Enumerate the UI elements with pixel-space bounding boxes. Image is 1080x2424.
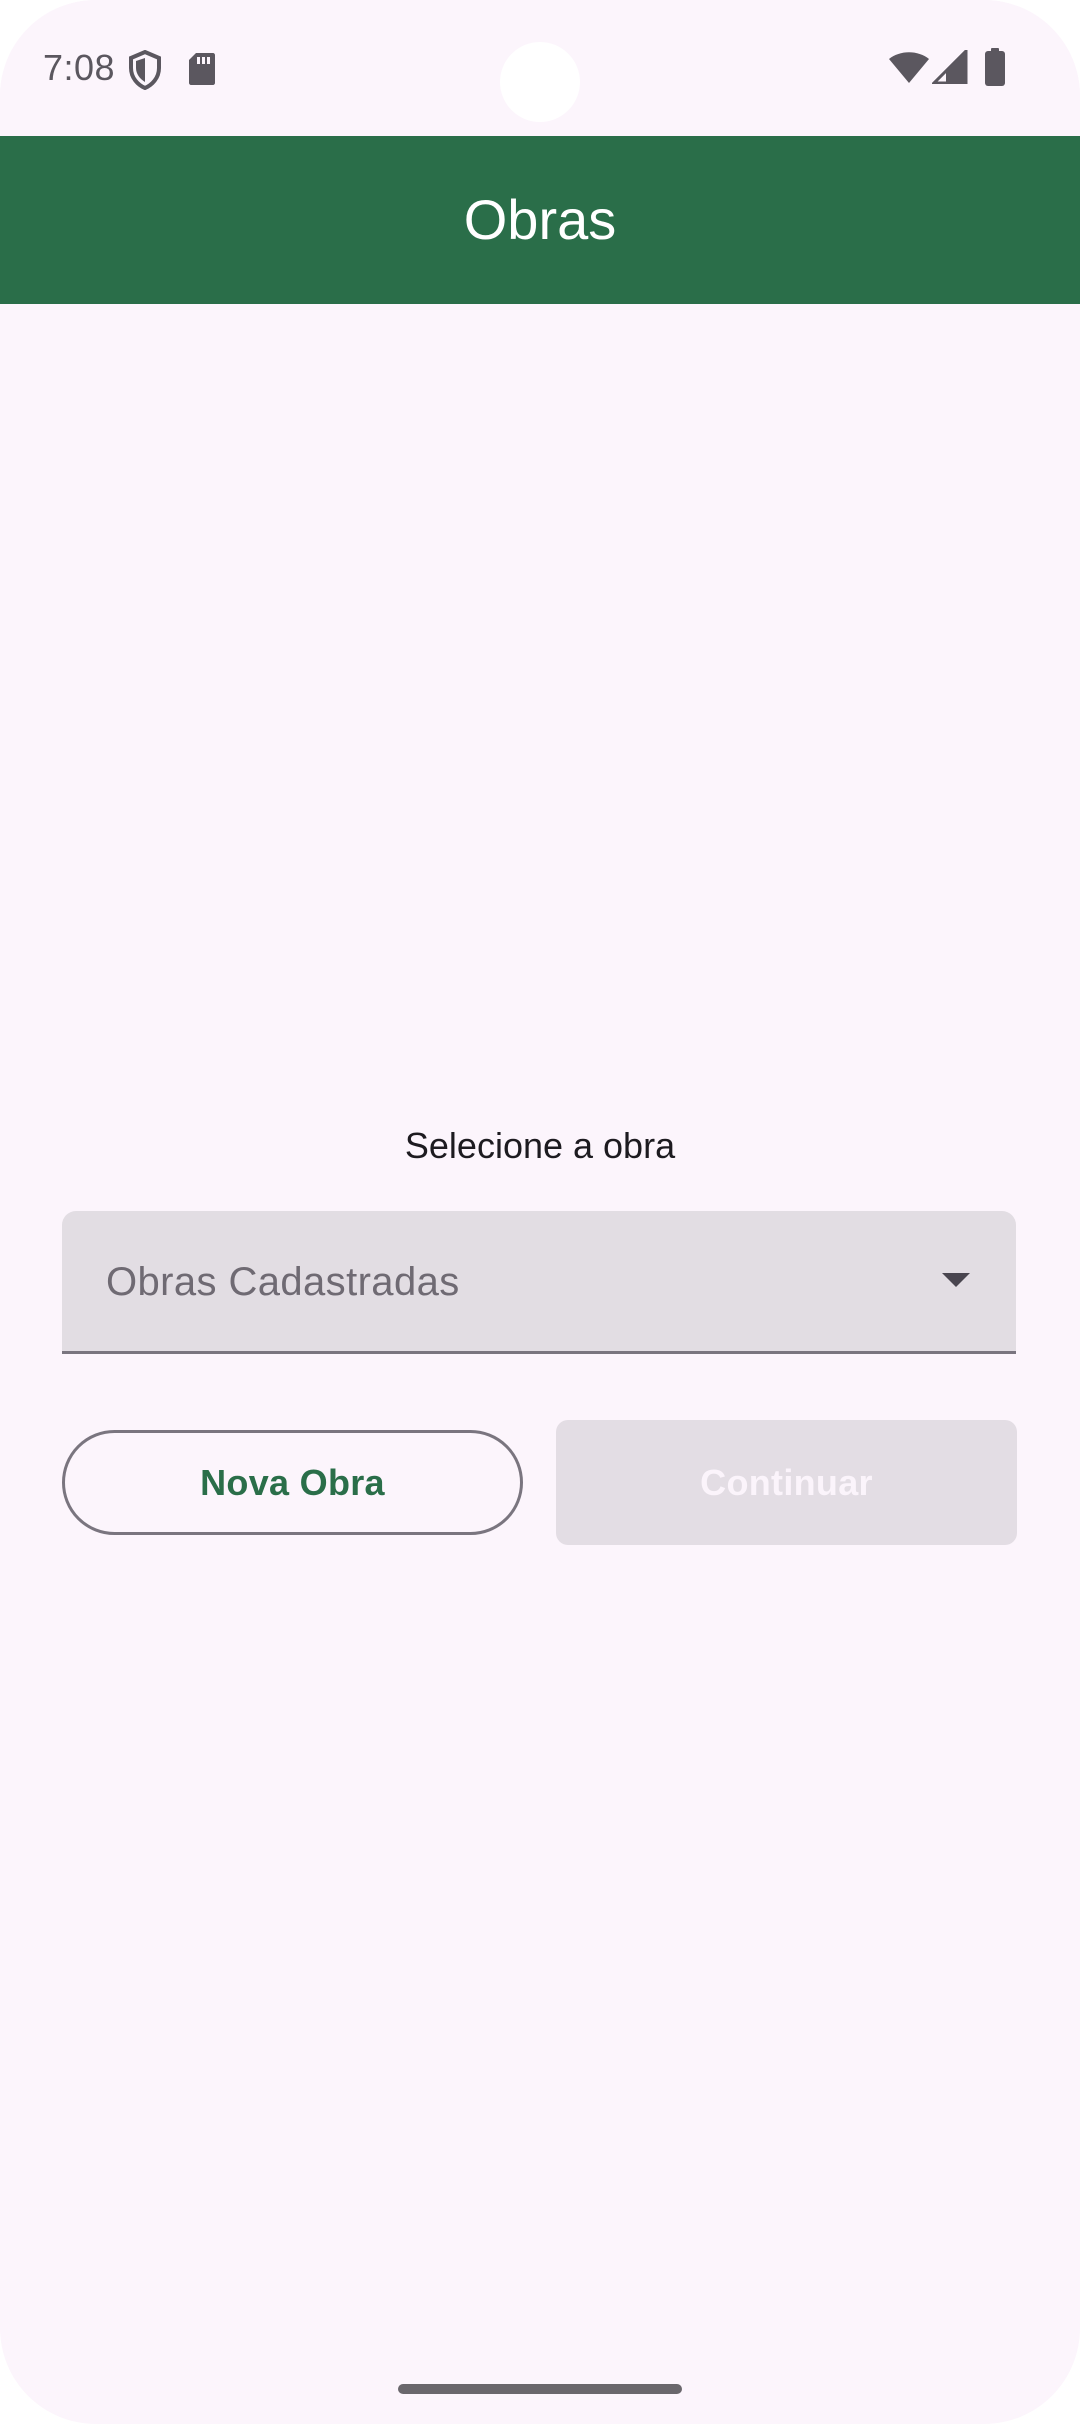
- select-work-label: Selecione a obra: [404, 1125, 676, 1166]
- dropdown-arrow-icon: [942, 1273, 970, 1287]
- battery-icon: [985, 48, 1005, 86]
- status-bar: 7:08: [0, 0, 1080, 136]
- page-title: Obras: [463, 188, 617, 251]
- cell-signal-icon: [932, 50, 968, 84]
- continue-button-label: Continuar: [700, 1461, 873, 1503]
- sd-card-icon: [189, 53, 215, 85]
- wifi-icon: [889, 52, 929, 83]
- status-time: 7:08: [43, 47, 116, 88]
- continue-button[interactable]: Continuar: [556, 1420, 1017, 1545]
- home-indicator[interactable]: [398, 2384, 682, 2394]
- app-bar: Obras: [0, 136, 1080, 304]
- app-screen: 7:08 Obras Selecione a obra Obras Cadast…: [0, 0, 1080, 2424]
- dropdown-placeholder: Obras Cadastradas: [106, 1260, 460, 1304]
- new-work-button[interactable]: Nova Obra: [62, 1430, 523, 1535]
- camera-cutout: [500, 42, 580, 122]
- works-dropdown[interactable]: Obras Cadastradas: [62, 1211, 1016, 1354]
- shield-icon: [129, 50, 161, 90]
- new-work-button-label: Nova Obra: [200, 1461, 385, 1503]
